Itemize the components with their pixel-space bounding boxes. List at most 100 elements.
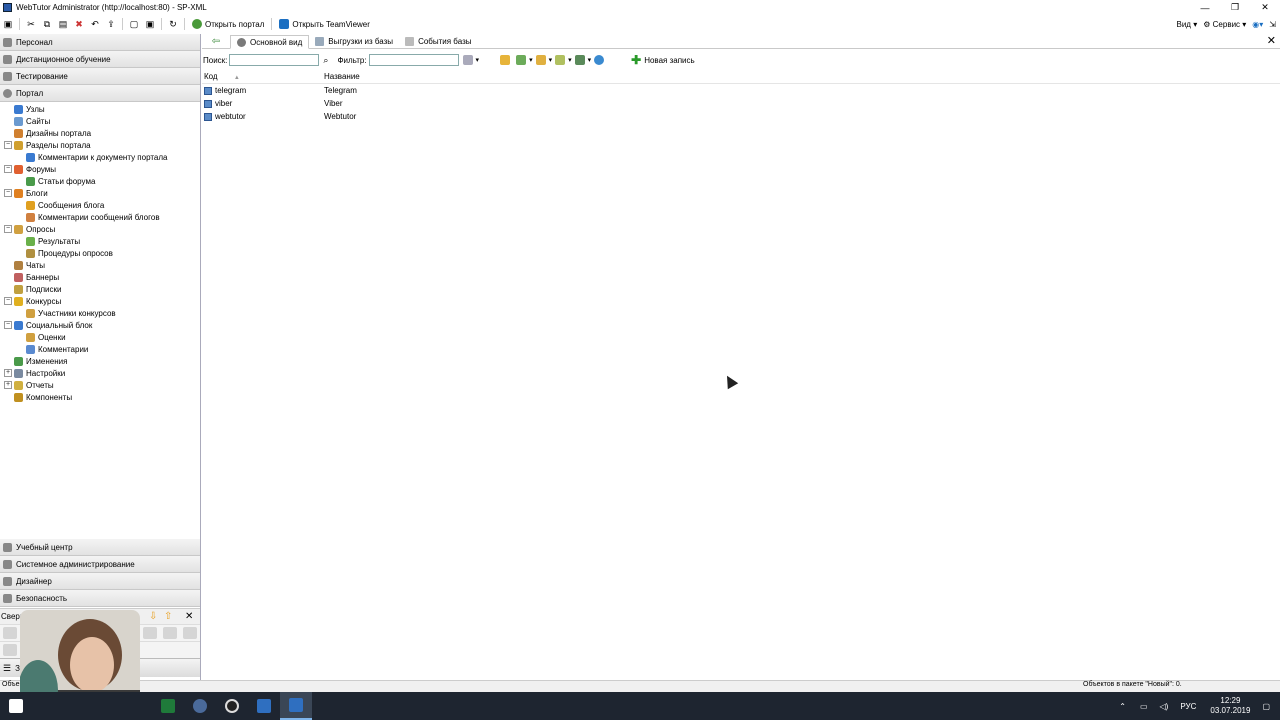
network-icon[interactable]: ▭ — [1140, 702, 1148, 711]
tree-item[interactable]: − Разделы портала — [0, 139, 200, 151]
view-menu[interactable]: Вид ▾ — [1177, 20, 1198, 29]
windows-icon[interactable]: ▣ — [144, 18, 156, 30]
tray-expand-icon[interactable]: ⌃ — [1119, 702, 1126, 711]
section-testing[interactable]: Тестирование — [0, 68, 200, 85]
tree-item[interactable]: Сообщения блога — [0, 199, 200, 211]
tree-item[interactable]: Подписки — [0, 283, 200, 295]
restore-icon[interactable]: ❐ — [1220, 0, 1250, 15]
image-icon[interactable] — [574, 55, 585, 65]
collapse-icon[interactable]: − — [4, 321, 12, 329]
section-security[interactable]: Безопасность — [0, 590, 200, 607]
sort-icon[interactable] — [535, 55, 546, 65]
close-blocks-icon[interactable]: ✕ — [185, 611, 193, 622]
taskbar-app-clock[interactable] — [216, 692, 248, 720]
table-row[interactable]: webtutor Webtutor — [202, 110, 1280, 123]
start-button[interactable] — [0, 692, 32, 720]
expand-icon[interactable]: + — [4, 381, 12, 389]
section-training-center[interactable]: Учебный центр — [0, 539, 200, 556]
arrow-down-icon[interactable]: ⇩ — [149, 611, 157, 622]
tree-item[interactable]: + Отчеты — [0, 379, 200, 391]
search-icon[interactable]: ⌕ — [323, 55, 328, 66]
block-icon[interactable] — [3, 627, 17, 639]
collapse-icon[interactable]: − — [4, 141, 12, 149]
grid-view-icon[interactable] — [516, 55, 527, 65]
tree-item[interactable]: Чаты — [0, 259, 200, 271]
dropdown-arrow-icon[interactable]: ▾ — [549, 56, 553, 64]
collapse-icon[interactable]: − — [4, 297, 12, 305]
tree-item[interactable]: + Настройки — [0, 367, 200, 379]
tree-item[interactable]: Процедуры опросов — [0, 247, 200, 259]
window-icon[interactable]: ▢ — [128, 18, 140, 30]
paste-icon[interactable]: ▤ — [57, 18, 69, 30]
tree-item[interactable]: − Конкурсы — [0, 295, 200, 307]
tab-db-events[interactable]: События базы — [399, 34, 477, 48]
new-record-button[interactable]: ✚ Новая запись — [631, 53, 695, 67]
dropdown-arrow-icon[interactable]: ▾ — [529, 56, 533, 64]
key-icon[interactable] — [555, 55, 566, 65]
dropdown-arrow-icon[interactable]: ▾ — [588, 56, 592, 64]
tree-item[interactable]: − Опросы — [0, 223, 200, 235]
tray-clock[interactable]: 12:29 03.07.2019 — [1210, 696, 1250, 716]
tree-item[interactable]: Изменения — [0, 355, 200, 367]
refresh-icon[interactable]: ↻ — [167, 18, 179, 30]
table-row[interactable]: viber Viber — [202, 97, 1280, 110]
pin-icon[interactable]: ⇲ — [1269, 20, 1276, 29]
tree-item[interactable]: Оценки — [0, 331, 200, 343]
filter-options-icon[interactable] — [462, 55, 473, 65]
open-portal-button[interactable]: Открыть портал — [188, 17, 268, 31]
column-header-name[interactable]: Название — [322, 72, 360, 81]
tree-item[interactable]: Сайты — [0, 115, 200, 127]
section-system-admin[interactable]: Системное администрирование — [0, 556, 200, 573]
collapse-icon[interactable]: − — [4, 225, 12, 233]
globe-icon[interactable] — [594, 55, 605, 65]
folder-icon[interactable] — [500, 55, 511, 65]
tree-item[interactable]: Комментарии сообщений блогов — [0, 211, 200, 223]
section-portal[interactable]: Портал — [0, 85, 200, 102]
language-indicator[interactable]: РУС — [1180, 702, 1196, 711]
service-menu[interactable]: ⚙ Сервис ▾ — [1203, 20, 1246, 29]
search-input[interactable] — [229, 54, 320, 66]
tree-item[interactable]: Комментарии к документу портала — [0, 151, 200, 163]
arrow-up-icon[interactable]: ⇧ — [164, 611, 172, 622]
help-icon[interactable]: ◉▾ — [1252, 20, 1263, 29]
table-row[interactable]: telegram Telegram — [202, 84, 1280, 97]
tree-item[interactable]: Дизайны портала — [0, 127, 200, 139]
block-icon[interactable] — [183, 627, 197, 639]
section-distance-learning[interactable]: Дистанционное обучение — [0, 51, 200, 68]
tree-item[interactable]: Компоненты — [0, 391, 200, 403]
export-icon[interactable]: ⇪ — [105, 18, 117, 30]
close-icon[interactable]: ✕ — [1250, 0, 1280, 15]
taskbar-app-webtutor-1[interactable] — [248, 692, 280, 720]
block-icon[interactable] — [143, 627, 157, 639]
tree-item[interactable]: Статьи форума — [0, 175, 200, 187]
minimize-icon[interactable]: — — [1190, 0, 1220, 15]
delete-icon[interactable]: ✖ — [73, 18, 85, 30]
save-icon[interactable]: ▣ — [2, 18, 14, 30]
close-panel-icon[interactable]: ✕ — [1267, 34, 1276, 47]
tree-item[interactable]: − Форумы — [0, 163, 200, 175]
dropdown-arrow-icon[interactable]: ▾ — [476, 56, 480, 64]
tree-item[interactable]: Комментарии — [0, 343, 200, 355]
notifications-icon[interactable]: ▢ — [1262, 702, 1270, 711]
taskbar-app-excel[interactable] — [152, 692, 184, 720]
tab-main-view[interactable]: Основной вид — [230, 35, 310, 49]
tree-item[interactable]: Результаты — [0, 235, 200, 247]
collapse-icon[interactable]: − — [4, 189, 12, 197]
expand-icon[interactable]: + — [4, 369, 12, 377]
cut-icon[interactable]: ✂ — [25, 18, 37, 30]
tree-item[interactable]: − Блоги — [0, 187, 200, 199]
tree-item[interactable]: − Социальный блок — [0, 319, 200, 331]
tree-item[interactable]: Узлы — [0, 103, 200, 115]
copy-icon[interactable]: ⧉ — [41, 18, 53, 30]
tree-item[interactable]: Баннеры — [0, 271, 200, 283]
section-personnel[interactable]: Персонал — [0, 34, 200, 51]
filter-input[interactable] — [368, 54, 459, 66]
dropdown-arrow-icon[interactable]: ▾ — [568, 56, 572, 64]
block-icon[interactable] — [3, 644, 17, 656]
collapse-icon[interactable]: − — [4, 165, 12, 173]
column-header-code[interactable]: Код ▲ — [202, 72, 322, 81]
undo-icon[interactable]: ↶ — [89, 18, 101, 30]
block-icon[interactable] — [163, 627, 177, 639]
taskbar-app-vpn[interactable] — [184, 692, 216, 720]
open-teamviewer-button[interactable]: Открыть TeamViewer — [275, 17, 374, 31]
